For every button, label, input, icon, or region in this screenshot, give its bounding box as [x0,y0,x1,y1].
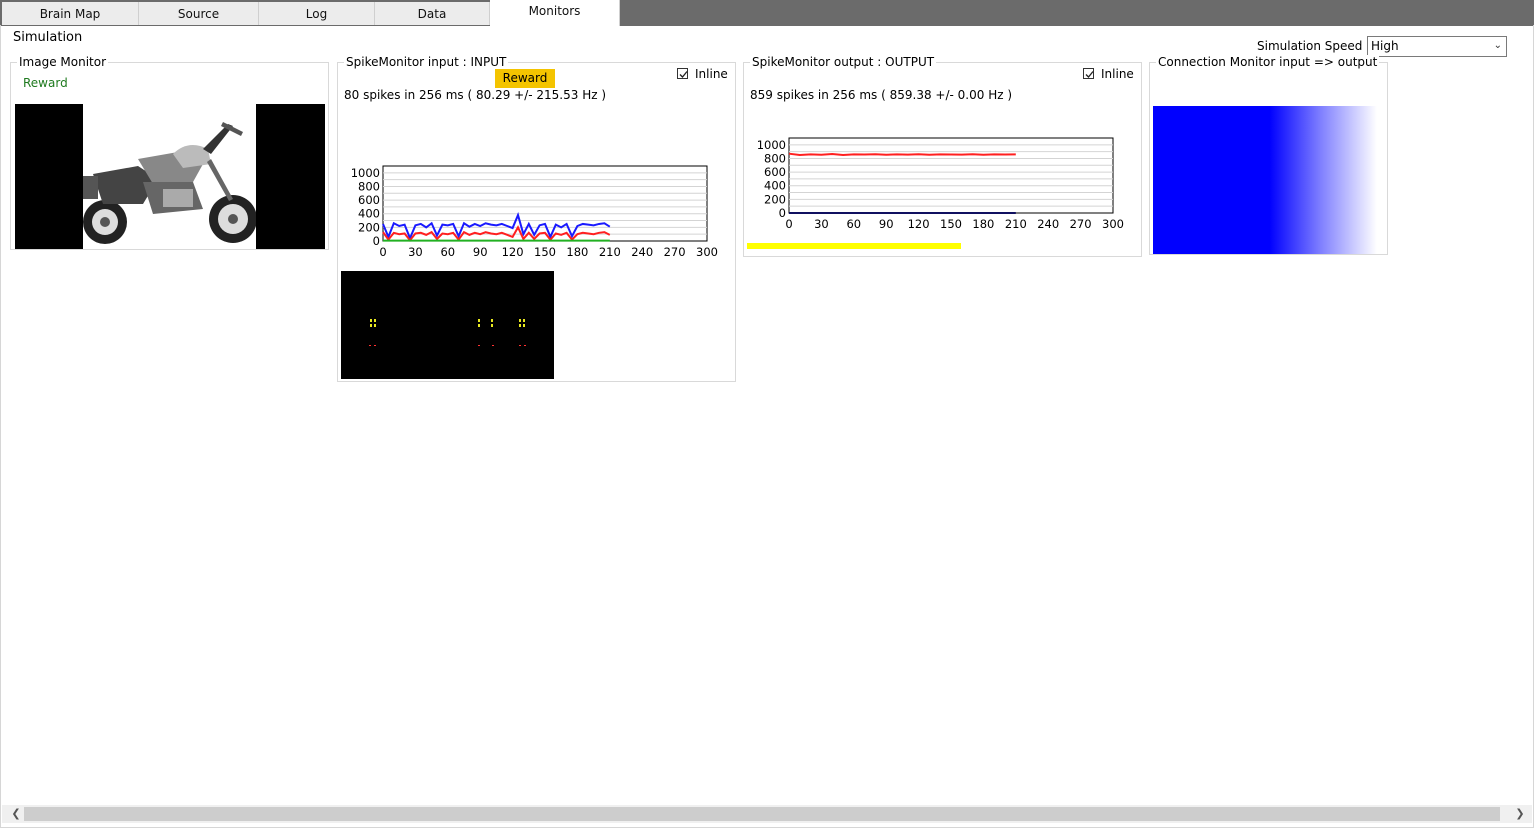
y-tick-label: 1000 [757,138,786,152]
tab-source[interactable]: Source [139,2,259,25]
y-tick-label: 200 [764,192,786,206]
horizontal-scrollbar[interactable]: ❮ ❯ [2,805,1532,823]
y-tick-label: 600 [358,193,380,207]
x-tick-label: 0 [379,245,386,259]
section-title: Simulation [13,30,83,45]
x-tick-label: 30 [408,245,423,259]
tab-bar: Brain Map Source Log Data Monitors [0,0,1534,26]
reward-label: Reward [23,76,68,90]
x-tick-label: 150 [534,245,556,259]
inline-label-input: Inline [695,67,728,81]
scroll-left-icon[interactable]: ❮ [8,806,24,822]
x-tick-label: 120 [908,217,930,231]
x-tick-label: 240 [1037,217,1059,231]
y-tick-label: 1000 [351,166,380,180]
chevron-down-icon: ⌄ [1493,40,1502,51]
x-tick-label: 300 [696,245,718,259]
connection-monitor-group: Connection Monitor input => output [1149,55,1388,255]
connection-monitor-title: Connection Monitor input => output [1156,55,1380,69]
y-tick-label: 800 [358,179,380,193]
x-tick-label: 270 [664,245,686,259]
x-tick-label: 0 [785,217,792,231]
spike-stats-input: 80 spikes in 256 ms ( 80.29 +/- 215.53 H… [344,88,607,102]
image-monitor-group: Image Monitor Reward [10,55,329,250]
image-monitor-title: Image Monitor [17,55,109,69]
y-tick-label: 400 [764,179,786,193]
y-tick-label: 400 [358,207,380,221]
scroll-right-icon[interactable]: ❯ [1512,806,1528,822]
tab-label: Source [177,6,220,21]
motorcycle-image [83,104,256,249]
tab-brain-map[interactable]: Brain Map [2,2,139,25]
x-tick-label: 180 [972,217,994,231]
spike-monitor-input-title: SpikeMonitor input : INPUT [344,55,509,69]
checkmark-icon [1085,71,1094,78]
simulation-speed-label: Simulation Speed [1257,39,1363,53]
x-tick-label: 150 [940,217,962,231]
scrollbar-thumb[interactable] [24,807,1500,821]
tab-label: Log [305,6,328,21]
x-tick-label: 60 [846,217,861,231]
x-tick-label: 180 [566,245,588,259]
spike-monitor-output-title: SpikeMonitor output : OUTPUT [750,55,937,69]
image-border-left [15,104,83,249]
reward-badge: Reward [495,69,555,88]
tab-label: Brain Map [39,6,101,21]
spike-monitor-output-group: SpikeMonitor output : OUTPUT Inline 859 … [743,55,1142,257]
x-tick-label: 60 [440,245,455,259]
image-border-right [256,104,325,249]
progress-bar [747,243,961,249]
x-tick-label: 30 [814,217,829,231]
spike-stats-output: 859 spikes in 256 ms ( 859.38 +/- 0.00 H… [750,88,1013,102]
tab-label: Data [417,6,447,21]
connection-weight-map [1153,106,1377,254]
x-tick-label: 300 [1102,217,1124,231]
x-tick-label: 210 [599,245,621,259]
x-tick-label: 240 [631,245,653,259]
x-tick-label: 210 [1005,217,1027,231]
image-monitor-canvas [15,104,325,249]
tab-data[interactable]: Data [375,2,490,25]
plot-area [382,165,708,242]
spike-monitor-input-group: SpikeMonitor input : INPUT Reward Inline… [337,55,736,382]
y-tick-label: 600 [764,165,786,179]
x-tick-label: 120 [502,245,524,259]
spike-rate-chart-output: 020040060080010000 30 60 90 120 150 180 210 240 2… [757,137,1124,231]
checkmark-icon [679,71,688,78]
spike-raster-input [341,271,554,379]
tab-log[interactable]: Log [259,2,375,25]
inline-checkbox-input[interactable] [677,68,688,79]
tab-monitors[interactable]: Monitors [490,0,620,26]
simulation-speed-select[interactable]: High ⌄ [1367,36,1507,57]
raster-plot [369,319,526,346]
x-tick-label: 90 [473,245,488,259]
x-tick-label: 270 [1070,217,1092,231]
inline-checkbox-output[interactable] [1083,68,1094,79]
inline-label-output: Inline [1101,67,1134,81]
plot-area [788,137,1114,214]
y-tick-label: 200 [358,220,380,234]
spike-rate-chart-input: 020040060080010000 30 60 90 120 150 180 210 240 2… [351,165,718,259]
y-tick-label: 800 [764,151,786,165]
series-line-red [788,152,1016,157]
x-tick-label: 90 [879,217,894,231]
simulation-speed-value: High [1371,39,1399,53]
tab-label: Monitors [528,4,581,18]
